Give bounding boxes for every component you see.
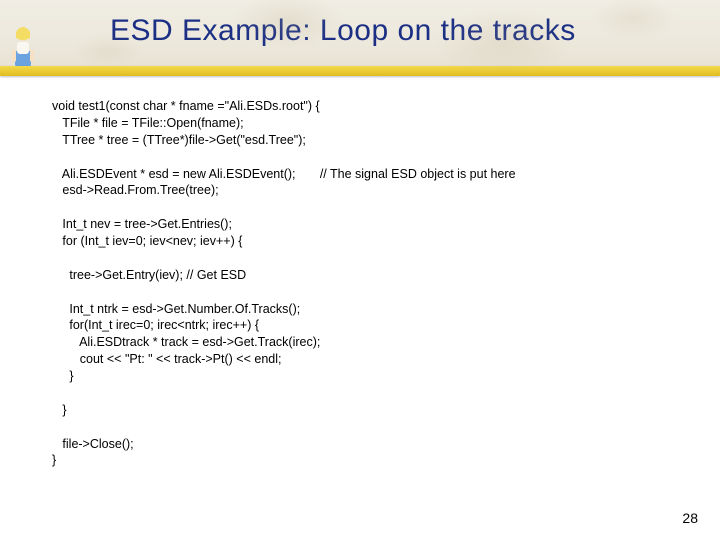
code-line: } — [52, 369, 74, 383]
slide-header: ESD Example: Loop on the tracks — [0, 0, 720, 74]
page-number: 28 — [682, 510, 698, 526]
code-line: void test1(const char * fname ="Ali.ESDs… — [52, 99, 320, 113]
code-line: } — [52, 453, 56, 467]
code-line: tree->Get.Entry(iev); // Get ESD — [52, 268, 246, 282]
code-line: cout << "Pt: " << track->Pt() << endl; — [52, 352, 281, 366]
code-line: Int_t ntrk = esd->Get.Number.Of.Tracks()… — [52, 302, 300, 316]
code-line: Ali.ESDEvent * esd = new Ali.ESDEvent();… — [52, 167, 516, 181]
code-line: for (Int_t iev=0; iev<nev; iev++) { — [52, 234, 242, 248]
code-line: Int_t nev = tree->Get.Entries(); — [52, 217, 232, 231]
slide-title: ESD Example: Loop on the tracks — [110, 14, 576, 48]
code-block: void test1(const char * fname ="Ali.ESDs… — [52, 98, 516, 469]
code-line: esd->Read.From.Tree(tree); — [52, 183, 219, 197]
code-line: for(Int_t irec=0; irec<ntrk; irec++) { — [52, 318, 259, 332]
code-line: file->Close(); — [52, 437, 134, 451]
code-line: TFile * file = TFile::Open(fname); — [52, 116, 244, 130]
header-divider-band — [0, 66, 720, 76]
code-line: } — [52, 403, 67, 417]
code-line: Ali.ESDtrack * track = esd->Get.Track(ir… — [52, 335, 320, 349]
code-line: TTree * tree = (TTree*)file->Get("esd.Tr… — [52, 133, 306, 147]
